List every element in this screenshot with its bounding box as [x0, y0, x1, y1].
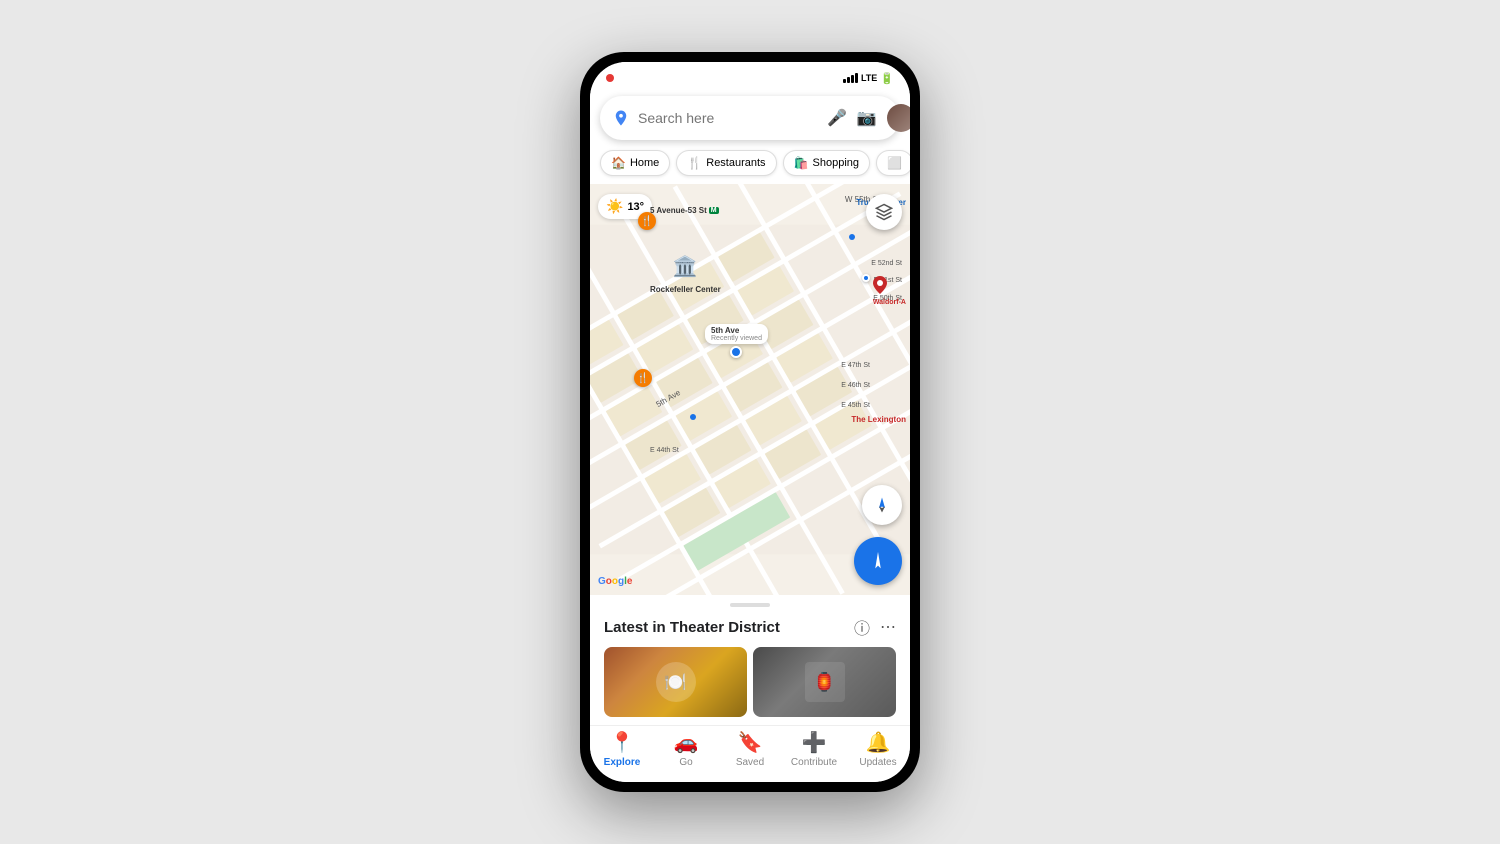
- chip-home-label: Home: [630, 157, 659, 169]
- chip-more[interactable]: ⬜: [876, 150, 910, 176]
- chip-shopping[interactable]: 🛍️ Shopping: [783, 150, 870, 176]
- nav-updates[interactable]: 🔔 Updates: [853, 730, 903, 768]
- home-icon: 🏠: [611, 156, 626, 170]
- fifth-ave-street-label: 5th Ave: [655, 394, 682, 403]
- navigate-icon: [867, 550, 889, 572]
- go-label: Go: [679, 757, 692, 768]
- nav-saved[interactable]: 🔖 Saved: [725, 730, 775, 768]
- nav-contribute[interactable]: ➕ Contribute: [789, 730, 839, 768]
- rockefeller-label: 🏛️ Rockefeller Center: [650, 254, 721, 297]
- nav-explore[interactable]: 📍 Explore: [597, 730, 647, 768]
- navigate-button[interactable]: [854, 537, 902, 585]
- explore-icon: 📍: [610, 730, 635, 755]
- camera-icon[interactable]: 📷: [857, 108, 877, 128]
- search-input[interactable]: [638, 110, 819, 126]
- theater-title: Latest in Theater District: [604, 619, 780, 636]
- layers-button[interactable]: [866, 194, 902, 230]
- status-right: LTE 🔋: [843, 72, 894, 85]
- battery-icon: 🔋: [880, 72, 894, 85]
- phone-screen: LTE 🔋 🎤 📷 🏠 Ho: [590, 62, 910, 782]
- restaurant-pin-top[interactable]: 🍴: [638, 212, 656, 230]
- signal-bar-2: [847, 77, 850, 83]
- street-e47: E 47th St: [841, 354, 870, 372]
- search-bar[interactable]: 🎤 📷: [600, 96, 900, 140]
- recording-indicator: [606, 74, 614, 82]
- saved-icon: 🔖: [738, 730, 763, 755]
- shopping-icon: 🛍️: [794, 156, 809, 170]
- bottom-panel: Latest in Theater District ⓘ ⋯ 🍽️: [590, 595, 910, 782]
- photo-card-interior[interactable]: 🏮: [753, 647, 896, 717]
- go-icon: 🚗: [674, 730, 699, 755]
- temperature: 13°: [627, 201, 644, 213]
- bottom-nav: 📍 Explore 🚗 Go 🔖 Saved ➕ Contribute 🔔: [590, 725, 910, 782]
- contribute-label: Contribute: [791, 757, 837, 768]
- info-icon[interactable]: ⓘ: [854, 615, 870, 639]
- photo-row: 🍽️ 🏮: [604, 647, 896, 717]
- google-watermark: Google: [598, 576, 632, 587]
- updates-icon: 🔔: [866, 730, 891, 755]
- location-button[interactable]: [862, 485, 902, 525]
- street-e44: E 44th St: [650, 439, 679, 457]
- more-icon: ⬜: [887, 156, 902, 170]
- photo-card-food[interactable]: 🍽️: [604, 647, 747, 717]
- search-icons: 🎤 📷: [827, 104, 910, 132]
- contribute-icon: ➕: [802, 730, 827, 755]
- transit-dot-2: [690, 414, 696, 420]
- signal-bar-1: [843, 79, 846, 83]
- chip-restaurants-label: Restaurants: [706, 157, 765, 169]
- chip-restaurants[interactable]: 🍴 Restaurants: [676, 150, 776, 176]
- avatar[interactable]: [887, 104, 910, 132]
- restaurants-icon: 🍴: [687, 156, 702, 170]
- theater-actions: ⓘ ⋯: [854, 615, 896, 639]
- fifth-ave-pin[interactable]: 5th Ave Recently viewed: [705, 324, 768, 358]
- compass-icon: [873, 496, 891, 514]
- lexington-label: The Lexington: [851, 409, 906, 427]
- restaurant-pin-mid[interactable]: 🍴: [634, 369, 652, 387]
- maps-logo-icon: [612, 109, 630, 127]
- sun-icon: ☀️: [606, 198, 623, 215]
- waldorf-pin[interactable]: Waldorf-A: [873, 276, 906, 306]
- map-area[interactable]: ☀️ 13° 5 Avenue-53 St M W 55th St Trump …: [590, 184, 910, 595]
- layers-icon: [875, 203, 893, 221]
- network-type: LTE: [861, 73, 877, 83]
- drag-handle[interactable]: [730, 603, 770, 607]
- updates-label: Updates: [859, 757, 896, 768]
- chip-shopping-label: Shopping: [813, 157, 860, 169]
- nav-go[interactable]: 🚗 Go: [661, 730, 711, 768]
- street-e46: E 46th St: [841, 374, 870, 392]
- signal-bars: [843, 73, 858, 83]
- saved-label: Saved: [736, 757, 764, 768]
- status-bar: LTE 🔋: [590, 62, 910, 90]
- metro-label-5ave: 5 Avenue-53 St M: [650, 206, 719, 215]
- explore-label: Explore: [604, 757, 641, 768]
- microphone-icon[interactable]: 🎤: [827, 108, 847, 128]
- more-options-icon[interactable]: ⋯: [880, 617, 896, 637]
- phone-device: LTE 🔋 🎤 📷 🏠 Ho: [580, 52, 920, 792]
- poi-blue-dot: [862, 274, 870, 282]
- signal-bar-3: [851, 75, 854, 83]
- street-e52: E 52nd St: [871, 252, 902, 270]
- theater-header: Latest in Theater District ⓘ ⋯: [604, 615, 896, 639]
- transit-dot-1: [849, 234, 855, 240]
- filter-chips: 🏠 Home 🍴 Restaurants 🛍️ Shopping ⬜: [590, 146, 910, 184]
- status-left: [606, 74, 614, 82]
- search-bar-container: 🎤 📷: [590, 90, 910, 146]
- signal-bar-4: [855, 73, 858, 83]
- chip-home[interactable]: 🏠 Home: [600, 150, 670, 176]
- theater-section: Latest in Theater District ⓘ ⋯ 🍽️: [590, 611, 910, 725]
